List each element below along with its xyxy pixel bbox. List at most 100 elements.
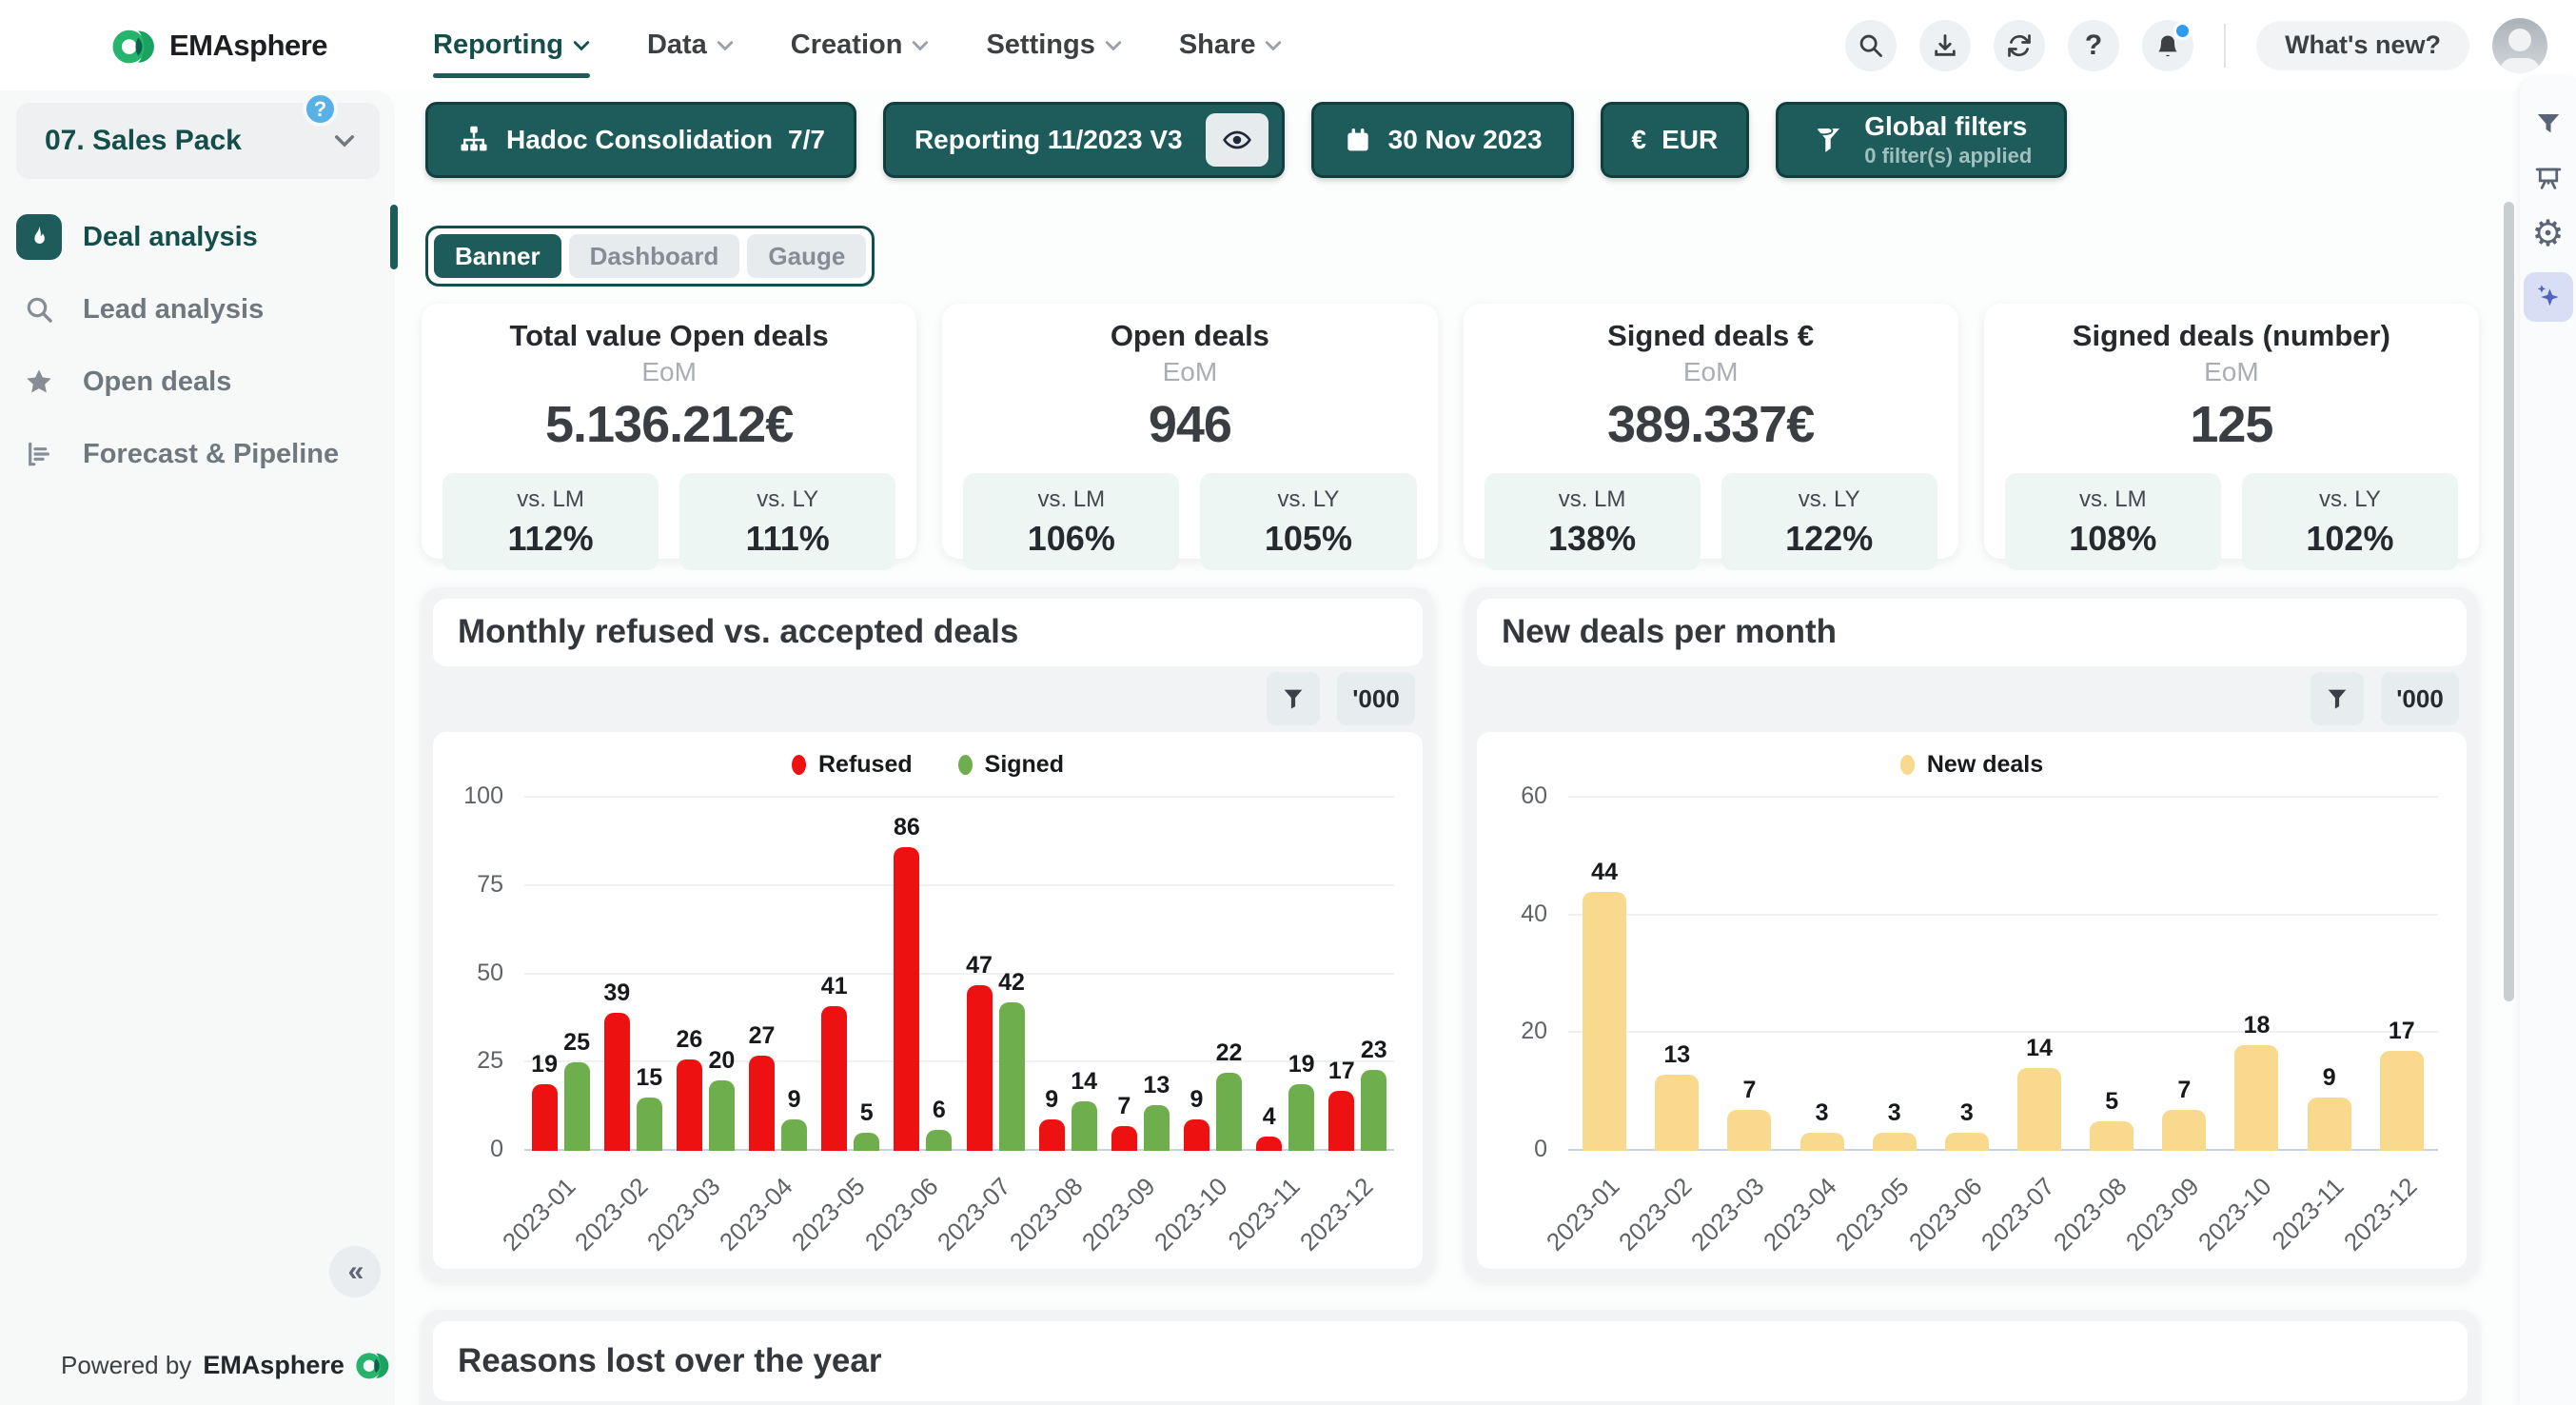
kpi-vs-lm: vs. LM 112% xyxy=(442,473,659,570)
bar-signed[interactable]: 22 xyxy=(1216,1073,1242,1151)
bar-signed[interactable]: 25 xyxy=(564,1062,590,1151)
bar-signed[interactable]: 20 xyxy=(709,1080,735,1151)
legend-item[interactable]: Refused xyxy=(792,751,913,779)
consolidation-label: Hadoc Consolidation xyxy=(506,125,773,155)
sync-button[interactable] xyxy=(1994,20,2045,71)
bar-refused[interactable]: 9 xyxy=(1184,1119,1209,1151)
bar-new-deals[interactable]: 3 xyxy=(1873,1133,1917,1151)
bar-refused[interactable]: 19 xyxy=(532,1084,558,1151)
nav-share[interactable]: Share xyxy=(1179,0,1283,90)
nav-data[interactable]: Data xyxy=(647,0,734,90)
bar-signed[interactable]: 23 xyxy=(1361,1070,1386,1151)
settings-rail-button[interactable]: ⚙ xyxy=(2531,217,2566,251)
funnel-icon xyxy=(2324,685,2350,712)
bar-refused[interactable]: 41 xyxy=(821,1006,847,1151)
question-mark-icon: ? xyxy=(2085,30,2102,62)
bar-value-label: 41 xyxy=(821,973,848,1000)
chevron-down-icon xyxy=(573,40,590,51)
avatar[interactable] xyxy=(2492,18,2547,73)
nav-creation[interactable]: Creation xyxy=(791,0,930,90)
nav-settings[interactable]: Settings xyxy=(986,0,1121,90)
pack-help-badge[interactable]: ? xyxy=(303,91,338,127)
bar-refused[interactable]: 26 xyxy=(677,1059,702,1151)
vertical-scrollbar[interactable] xyxy=(2504,202,2514,1001)
kpi-title: Open deals xyxy=(942,319,1437,353)
chart-filter-button[interactable] xyxy=(1267,672,1320,725)
kpi-vs-lm-value: 112% xyxy=(442,519,659,559)
download-button[interactable] xyxy=(1919,20,1971,71)
consolidation-chip[interactable]: Hadoc Consolidation 7/7 xyxy=(425,102,856,178)
global-filters-subtitle: 0 filter(s) applied xyxy=(1864,144,2032,168)
bar-refused[interactable]: 7 xyxy=(1111,1126,1137,1151)
x-axis-label: 2023-10 xyxy=(1177,1164,1249,1269)
pack-selector[interactable]: 07. Sales Pack ? xyxy=(16,103,380,179)
bar-new-deals[interactable]: 5 xyxy=(2090,1121,2134,1151)
bar-new-deals[interactable]: 17 xyxy=(2380,1051,2424,1151)
sidebar-item-open-deals[interactable]: Open deals xyxy=(0,358,395,406)
bar-group: 3 xyxy=(1873,1133,1917,1151)
bar-signed[interactable]: 9 xyxy=(781,1119,807,1151)
legend-item[interactable]: New deals xyxy=(1900,751,2043,779)
search-button[interactable] xyxy=(1845,20,1897,71)
sidebar-item-lead-analysis[interactable]: Lead analysis xyxy=(0,286,395,333)
tab-banner[interactable]: Banner xyxy=(434,234,561,278)
date-chip[interactable]: 30 Nov 2023 xyxy=(1311,102,1574,178)
chart-filter-button[interactable] xyxy=(2311,672,2364,725)
presentation-rail-button[interactable] xyxy=(2531,162,2566,196)
chart-unit-button[interactable]: '000 xyxy=(2381,672,2459,725)
org-chart-icon xyxy=(457,123,491,157)
bar-refused[interactable]: 9 xyxy=(1039,1119,1065,1151)
bar-group: 4742 xyxy=(967,985,1025,1151)
reporting-version-chip[interactable]: Reporting 11/2023 V3 xyxy=(883,102,1285,178)
bar-new-deals[interactable]: 13 xyxy=(1655,1075,1699,1151)
bar-refused[interactable]: 86 xyxy=(894,847,919,1151)
bar-new-deals[interactable]: 7 xyxy=(2162,1110,2206,1151)
bar-new-deals[interactable]: 18 xyxy=(2234,1045,2278,1151)
kpi-card-open-deals: Open deals EoM 946 vs. LM 106% vs. LY 10… xyxy=(942,304,1437,559)
tab-gauge[interactable]: Gauge xyxy=(747,234,866,278)
kpi-comparisons: vs. LM 106% vs. LY 105% xyxy=(963,473,1416,570)
bar-signed[interactable]: 13 xyxy=(1144,1105,1170,1151)
chart-unit-button[interactable]: '000 xyxy=(1337,672,1415,725)
search-icon xyxy=(1858,32,1884,59)
nav-reporting[interactable]: Reporting xyxy=(433,0,590,90)
bar-refused[interactable]: 39 xyxy=(604,1013,630,1151)
help-button[interactable]: ? xyxy=(2068,20,2119,71)
sidebar-item-forecast-pipeline[interactable]: Forecast & Pipeline xyxy=(0,430,395,478)
kpi-vs-ly: vs. LY 122% xyxy=(1721,473,1937,570)
bar-signed[interactable]: 5 xyxy=(854,1133,879,1151)
legend-item[interactable]: Signed xyxy=(958,751,1064,779)
bar-refused[interactable]: 17 xyxy=(1328,1091,1354,1151)
sidebar-item-deal-analysis[interactable]: Deal analysis xyxy=(0,213,395,261)
bar-signed[interactable]: 42 xyxy=(999,1002,1025,1151)
sidebar-item-label: Forecast & Pipeline xyxy=(83,439,339,470)
bar-signed[interactable]: 15 xyxy=(637,1098,662,1151)
bar-refused[interactable]: 27 xyxy=(749,1056,775,1151)
sidebar-item-label: Deal analysis xyxy=(83,222,258,253)
sidebar-collapse-button[interactable]: « xyxy=(329,1246,381,1297)
bar-new-deals[interactable]: 3 xyxy=(1800,1133,1844,1151)
bar-value-label: 18 xyxy=(2244,1012,2271,1039)
bar-new-deals[interactable]: 7 xyxy=(1727,1110,1771,1151)
global-filters-chip[interactable]: Global filters 0 filter(s) applied xyxy=(1776,102,2067,178)
bar-value-label: 5 xyxy=(860,1099,874,1127)
plot-area: 0255075100192539152620279415866474291471… xyxy=(524,798,1394,1151)
whats-new-button[interactable]: What's new? xyxy=(2256,21,2469,70)
bar-new-deals[interactable]: 9 xyxy=(2308,1098,2351,1151)
ai-assistant-rail-button[interactable] xyxy=(2524,272,2573,322)
filter-rail-button[interactable] xyxy=(2531,107,2566,141)
bar-signed[interactable]: 6 xyxy=(926,1130,952,1151)
bar-signed[interactable]: 19 xyxy=(1288,1084,1314,1151)
bar-new-deals[interactable]: 3 xyxy=(1945,1133,1989,1151)
bar-refused[interactable]: 4 xyxy=(1256,1137,1282,1151)
notifications-button[interactable] xyxy=(2142,20,2193,71)
preview-button[interactable] xyxy=(1206,113,1268,167)
kpi-comparisons: vs. LM 112% vs. LY 111% xyxy=(442,473,895,570)
bar-new-deals[interactable]: 14 xyxy=(2017,1068,2061,1151)
bar-refused[interactable]: 47 xyxy=(967,985,993,1151)
bar-signed[interactable]: 14 xyxy=(1072,1101,1097,1151)
bar-new-deals[interactable]: 44 xyxy=(1583,892,1626,1151)
kpi-card-signed-deals-number: Signed deals (number) EoM 125 vs. LM 108… xyxy=(1984,304,2479,559)
currency-chip[interactable]: € EUR xyxy=(1601,102,1750,178)
tab-dashboard[interactable]: Dashboard xyxy=(569,234,740,278)
